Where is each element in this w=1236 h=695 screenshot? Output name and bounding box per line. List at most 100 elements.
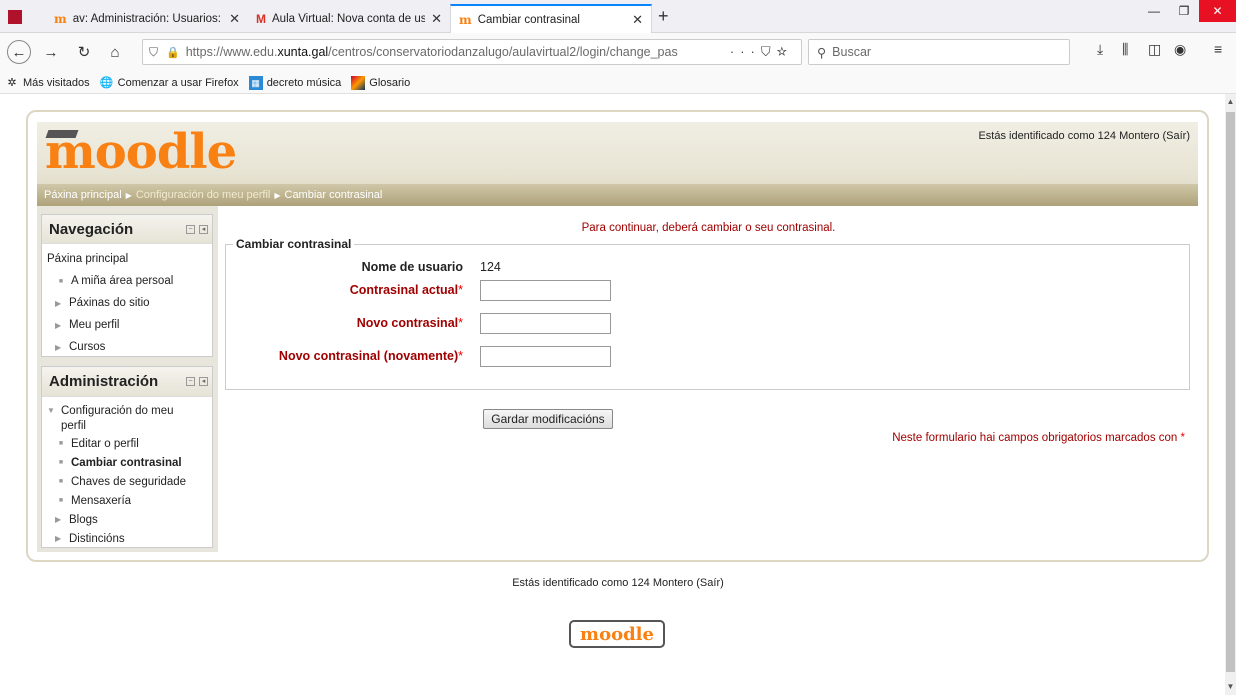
breadcrumb-home[interactable]: Páxina principal	[44, 189, 122, 201]
address-bar[interactable]: ⛉ 🔒 https://www.edu.xunta.gal/centros/co…	[142, 39, 802, 65]
footer-login-info: Estás identificado como 124 Montero (Saí…	[0, 577, 1236, 589]
dock-block-icon[interactable]: ◂	[199, 224, 208, 234]
gmail-favicon-icon: M	[256, 11, 266, 26]
graduation-cap-icon	[45, 130, 79, 138]
forward-arrow-icon[interactable]: →	[40, 41, 62, 63]
admin-item-security-keys[interactable]: ■ Chaves de seguridade	[47, 472, 207, 491]
label-text: Contrasinal actual	[349, 283, 459, 297]
admin-item-change-password[interactable]: ■ Cambiar contrasinal	[47, 453, 207, 472]
administration-block: Administración − ◂ ▼ Configuración do meu…	[41, 366, 213, 548]
tab-title: av: Administración: Usuarios: C	[72, 12, 224, 25]
sidebar-icon[interactable]: ◫	[1148, 41, 1161, 58]
close-window-icon[interactable]: ✕	[1199, 0, 1236, 22]
nav-item-my-area[interactable]: ■ A miña área persoal	[47, 270, 207, 292]
page-header: moodle Estás identificado como 124 Monte…	[37, 122, 1198, 206]
tab-aula-virtual[interactable]: M Aula Virtual: Nova conta de usu ✕	[248, 4, 450, 33]
block-title: Navegación	[49, 220, 134, 238]
breadcrumb-current: Cambiar contrasinal	[284, 189, 383, 201]
minimize-icon[interactable]: —	[1140, 0, 1168, 22]
new-password-input[interactable]	[480, 312, 611, 334]
bullet-icon: ■	[58, 478, 64, 485]
collapse-block-icon[interactable]: −	[186, 377, 195, 386]
navigation-toolbar: ← → ↻ ⌂ ⛉ 🔒 https://www.edu.xunta.gal/ce…	[0, 33, 1236, 73]
save-changes-button[interactable]: Gardar modificacións	[483, 409, 613, 429]
label-text: Novo contrasinal	[356, 316, 459, 330]
tracking-shield-icon[interactable]: ⛉	[149, 45, 158, 60]
administration-tree: ▼ Configuración do meu perfil ■ Editar o p…	[42, 397, 212, 552]
admin-item-label: Mensaxería	[71, 494, 132, 507]
username-row: Nome de usuario 124	[226, 256, 1191, 278]
bullet-icon: ■	[58, 497, 64, 504]
breadcrumb-profile-settings[interactable]: Configuración do meu perfil	[136, 189, 271, 201]
label-text: Novo contrasinal (novamente)	[278, 349, 459, 363]
navigation-block: Navegación − ◂ Páxina principal ■ A miña …	[41, 214, 213, 357]
admin-item-label: Chaves de seguridade	[71, 475, 187, 488]
lock-icon[interactable]: 🔒	[166, 46, 180, 59]
administration-block-header: Administración − ◂	[42, 367, 212, 397]
login-info: Estás identificado como 124 Montero (Saí…	[978, 130, 1190, 142]
moodle-page: moodle Estás identificado como 124 Monte…	[26, 110, 1209, 562]
collapse-block-icon[interactable]: −	[186, 224, 195, 234]
window-menu-icon[interactable]	[8, 10, 22, 24]
admin-item-blogs[interactable]: ▶ Blogs	[47, 510, 207, 529]
page-actions-icon[interactable]: ···⛉☆	[730, 44, 793, 60]
url-text[interactable]: https://www.edu.xunta.gal/centros/conser…	[186, 45, 722, 59]
admin-item-edit-profile[interactable]: ■ Editar o perfil	[47, 434, 207, 453]
admin-item-profile-settings[interactable]: ▼ Configuración do meu perfil	[47, 401, 207, 434]
moodle-logo[interactable]: moodle	[45, 124, 237, 180]
navigation-tree: Páxina principal ■ A miña área persoal ▶ P…	[42, 244, 212, 362]
search-input[interactable]: ⚲ Buscar	[808, 39, 1070, 65]
home-icon[interactable]: ⌂	[104, 41, 126, 63]
close-tab-icon[interactable]: ✕	[632, 12, 643, 28]
nav-item-site-pages[interactable]: ▶ Páxinas do sitio	[47, 292, 207, 314]
url-domain: xunta.gal	[277, 45, 329, 59]
reload-icon[interactable]: ↻	[73, 41, 95, 63]
nav-item-my-profile[interactable]: ▶ Meu perfil	[47, 314, 207, 336]
expand-arrow-icon: ▶	[55, 342, 62, 352]
bookmark-label: Comenzar a usar Firefox	[117, 77, 239, 89]
back-arrow-icon[interactable]: ←	[7, 40, 31, 64]
footer-moodle-logo[interactable]: moodle	[569, 620, 665, 648]
nav-item-home[interactable]: Páxina principal	[47, 248, 207, 270]
close-tab-icon[interactable]: ✕	[431, 11, 442, 27]
tab-admin-users[interactable]: m av: Administración: Usuarios: C ✕	[46, 4, 248, 33]
maximize-icon[interactable]: ❐	[1170, 0, 1198, 22]
gear-icon: ✲	[7, 77, 17, 89]
nav-item-courses[interactable]: ▶ Cursos	[47, 336, 207, 358]
scroll-down-icon[interactable]: ▼	[1225, 680, 1236, 694]
change-password-fieldset: Cambiar contrasinal Nome de usuario 124 …	[225, 237, 1191, 390]
bookmark-getting-started[interactable]: 🌐 Comenzar a usar Firefox	[100, 76, 239, 90]
required-icon: *	[1180, 432, 1185, 444]
tab-cambiar-contrasinal[interactable]: m Cambiar contrasinal ✕	[450, 4, 652, 33]
username-label: Nome de usuario	[361, 260, 463, 274]
footer-login-text[interactable]: Estás identificado como 124 Montero (Saí…	[512, 577, 724, 589]
login-prefix: Estás identificado como	[978, 130, 1098, 142]
download-icon[interactable]: ⤓	[1097, 41, 1103, 58]
admin-item-badges[interactable]: ▶ Distincións	[47, 529, 207, 548]
menu-icon[interactable]: ≡	[1214, 41, 1222, 57]
new-tab-icon[interactable]: +	[658, 6, 669, 27]
tab-title: Aula Virtual: Nova conta de usu	[272, 12, 426, 25]
expand-arrow-icon: ▶	[55, 298, 62, 308]
account-icon[interactable]: ◉	[1174, 41, 1186, 58]
admin-item-label: Configuración do meu perfil	[61, 405, 174, 432]
nav-item-label: Páxina principal	[47, 253, 129, 265]
new-password-again-input[interactable]	[480, 345, 611, 367]
bookmark-glosario[interactable]: Glosario	[351, 76, 410, 90]
user-profile-link[interactable]: 124 Montero	[1098, 130, 1160, 142]
username-value: 124	[480, 260, 501, 274]
required-note-text: Neste formulario hai campos obrigatorios…	[892, 432, 1181, 444]
breadcrumb-separator-icon: ▶	[274, 190, 281, 200]
logout-link[interactable]: (Saír)	[1163, 130, 1191, 142]
admin-item-messaging[interactable]: ■ Mensaxería	[47, 491, 207, 510]
dock-block-icon[interactable]: ◂	[199, 377, 208, 386]
scroll-up-icon[interactable]: ▲	[1225, 95, 1236, 109]
close-tab-icon[interactable]: ✕	[229, 11, 240, 27]
breadcrumb-separator-icon: ▶	[125, 190, 132, 200]
bookmark-most-visited[interactable]: ✲ Más visitados	[5, 76, 90, 90]
current-password-input[interactable]	[480, 279, 611, 301]
bookmark-label: decreto música	[266, 77, 342, 89]
library-icon[interactable]: ⫼	[1122, 41, 1128, 58]
bookmark-decreto-musica[interactable]: ▦ decreto música	[248, 76, 342, 90]
bookmark-label: Más visitados	[23, 77, 90, 89]
